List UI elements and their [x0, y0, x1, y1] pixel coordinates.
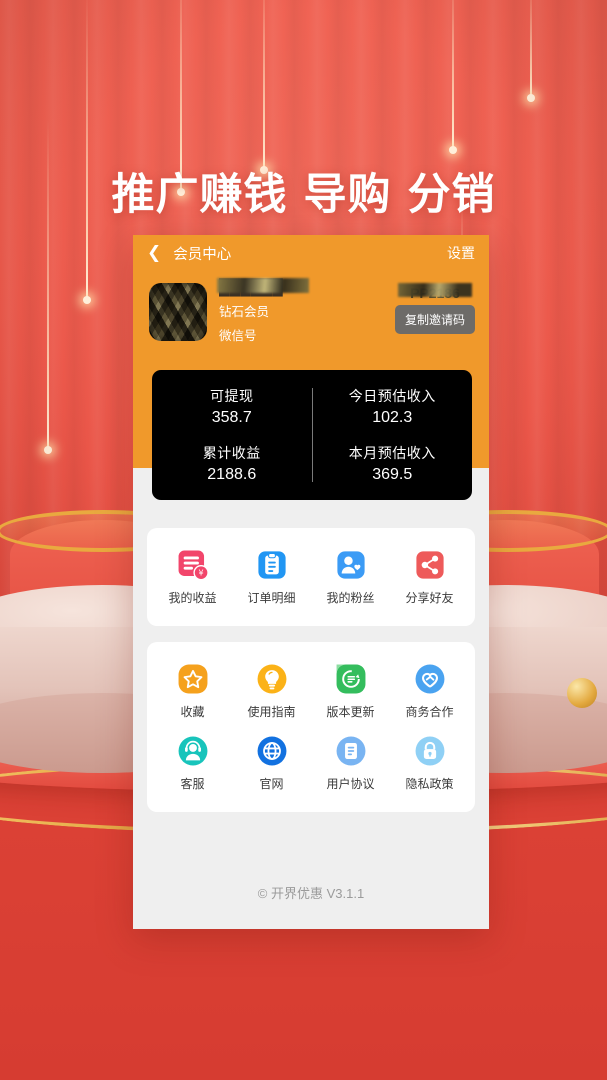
- member-level-badge: 钻石会员: [219, 305, 270, 319]
- menu-item-label: 隐私政策: [405, 777, 454, 791]
- stat-value: 102.3: [372, 409, 413, 426]
- menu-item-label: 官网: [259, 777, 284, 791]
- stat-today-estimated: 今日预估收入 102.3: [349, 386, 436, 427]
- avatar[interactable]: [149, 282, 207, 341]
- stat-value: 358.7: [211, 409, 252, 426]
- invite-code-text: PP2186: [410, 285, 460, 301]
- promo-headline: 推广赚钱 导购 分销: [111, 170, 496, 220]
- username-redacted: ██████: [219, 279, 307, 296]
- menu-card: 收藏 使用指南 版本更新 商务合作 客服 官网 用户协议 隐私政策: [147, 642, 475, 812]
- version-update-icon: [336, 664, 365, 694]
- star-favorite-icon: [178, 664, 207, 694]
- profile-info: ██████ 钻石会员 微信号: [219, 279, 307, 344]
- member-body: ¥ 我的收益 订单明细 我的粉丝 分享好友 收藏 使用指南 版本更新 商务合作 …: [133, 528, 489, 812]
- stat-label: 可提现: [210, 388, 254, 404]
- menu-item-user-agreement[interactable]: 用户协议: [311, 728, 390, 800]
- menu-item-privacy-policy[interactable]: 隐私政策: [390, 728, 469, 800]
- copy-invite-code-button[interactable]: 复制邀请码: [394, 305, 475, 334]
- earnings-panel: 可提现 358.7 累计收益 2188.6 今日预估收入 102.3 本月预估收…: [152, 370, 472, 500]
- quick-action-label: 分享好友: [405, 591, 454, 605]
- stat-label: 累计收益: [202, 445, 261, 461]
- income-document-yen-icon: ¥: [178, 550, 209, 581]
- menu-item-business-cooperation[interactable]: 商务合作: [390, 656, 469, 728]
- menu-item-label: 商务合作: [405, 705, 454, 719]
- settings-button[interactable]: 设置: [447, 243, 475, 263]
- member-header: ❮ 会员中心 设置 ██████ 钻石会员 微信号 PP2186 复制邀请码 可…: [133, 235, 489, 500]
- quick-action-label: 我的粉丝: [326, 591, 375, 605]
- handshake-hearts-icon: [415, 664, 444, 694]
- promo-background-scene: 推广赚钱 导购 分销 ❮ 会员中心 设置 ██████ 钻石会员 微信号 PP2…: [0, 0, 607, 1080]
- quick-actions-grid: ¥ 我的收益 订单明细 我的粉丝 分享好友: [153, 542, 469, 614]
- phone-screen: ❮ 会员中心 设置 ██████ 钻石会员 微信号 PP2186 复制邀请码 可…: [133, 235, 489, 929]
- navbar: ❮ 会员中心 设置: [133, 235, 489, 271]
- person-heart-fans-icon: [336, 551, 365, 579]
- globe-website-icon: [257, 736, 286, 766]
- quick-action-share-friends[interactable]: 分享好友: [390, 542, 469, 614]
- menu-item-label: 客服: [180, 777, 205, 791]
- quick-action-my-fans[interactable]: 我的粉丝: [311, 542, 390, 614]
- menu-item-version-update[interactable]: 版本更新: [311, 656, 390, 728]
- gold-sphere-decoration: [567, 678, 597, 708]
- lightbulb-guide-icon: [257, 664, 286, 694]
- menu-item-label: 版本更新: [326, 705, 375, 719]
- quick-action-label: 订单明细: [247, 591, 296, 605]
- chevron-left-icon[interactable]: ❮: [147, 244, 161, 262]
- lock-privacy-icon: [415, 736, 444, 766]
- menu-item-official-website[interactable]: 官网: [232, 728, 311, 800]
- share-nodes-icon: [415, 551, 444, 579]
- stat-month-estimated: 本月预估收入 369.5: [349, 443, 436, 484]
- app-version-footer: © 开界优惠 V3.1.1: [257, 886, 365, 901]
- menu-item-label: 收藏: [180, 705, 205, 719]
- username-text: ██████: [219, 279, 283, 296]
- menu-item-favorites[interactable]: 收藏: [153, 656, 232, 728]
- menu-item-customer-service[interactable]: 客服: [153, 728, 232, 800]
- menu-item-label: 用户协议: [326, 777, 375, 791]
- earnings-column-right: 今日预估收入 102.3 本月预估收入 369.5: [313, 370, 473, 500]
- stat-value: 2188.6: [207, 466, 257, 483]
- invite-section: PP2186 复制邀请码: [394, 285, 475, 338]
- menu-grid: 收藏 使用指南 版本更新 商务合作 客服 官网 用户协议 隐私政策: [153, 656, 469, 800]
- stat-total-earnings: 累计收益 2188.6: [203, 443, 261, 484]
- menu-item-label: 使用指南: [247, 705, 296, 719]
- stat-withdrawable: 可提现 358.7: [210, 386, 254, 427]
- earnings-column-left: 可提现 358.7 累计收益 2188.6: [152, 370, 312, 500]
- menu-item-user-guide[interactable]: 使用指南: [232, 656, 311, 728]
- wechat-label: 微信号: [219, 329, 257, 343]
- profile-row: ██████ 钻石会员 微信号 PP2186 复制邀请码: [133, 271, 489, 344]
- stat-label: 今日预估收入: [348, 388, 436, 404]
- quick-action-label: 我的收益: [168, 591, 217, 605]
- quick-actions-card: ¥ 我的收益 订单明细 我的粉丝 分享好友: [147, 528, 475, 626]
- quick-action-order-details[interactable]: 订单明细: [232, 542, 311, 614]
- quick-action-my-income[interactable]: ¥ 我的收益: [153, 542, 232, 614]
- stat-label: 本月预估收入: [348, 445, 436, 461]
- stat-value: 369.5: [372, 466, 413, 483]
- document-agreement-icon: [336, 736, 365, 766]
- clipboard-order-icon: [257, 551, 286, 579]
- svg-text:¥: ¥: [198, 569, 203, 578]
- invite-code-redacted: PP2186: [398, 285, 472, 302]
- page-title: 会员中心: [173, 246, 232, 263]
- headset-support-icon: [178, 736, 207, 766]
